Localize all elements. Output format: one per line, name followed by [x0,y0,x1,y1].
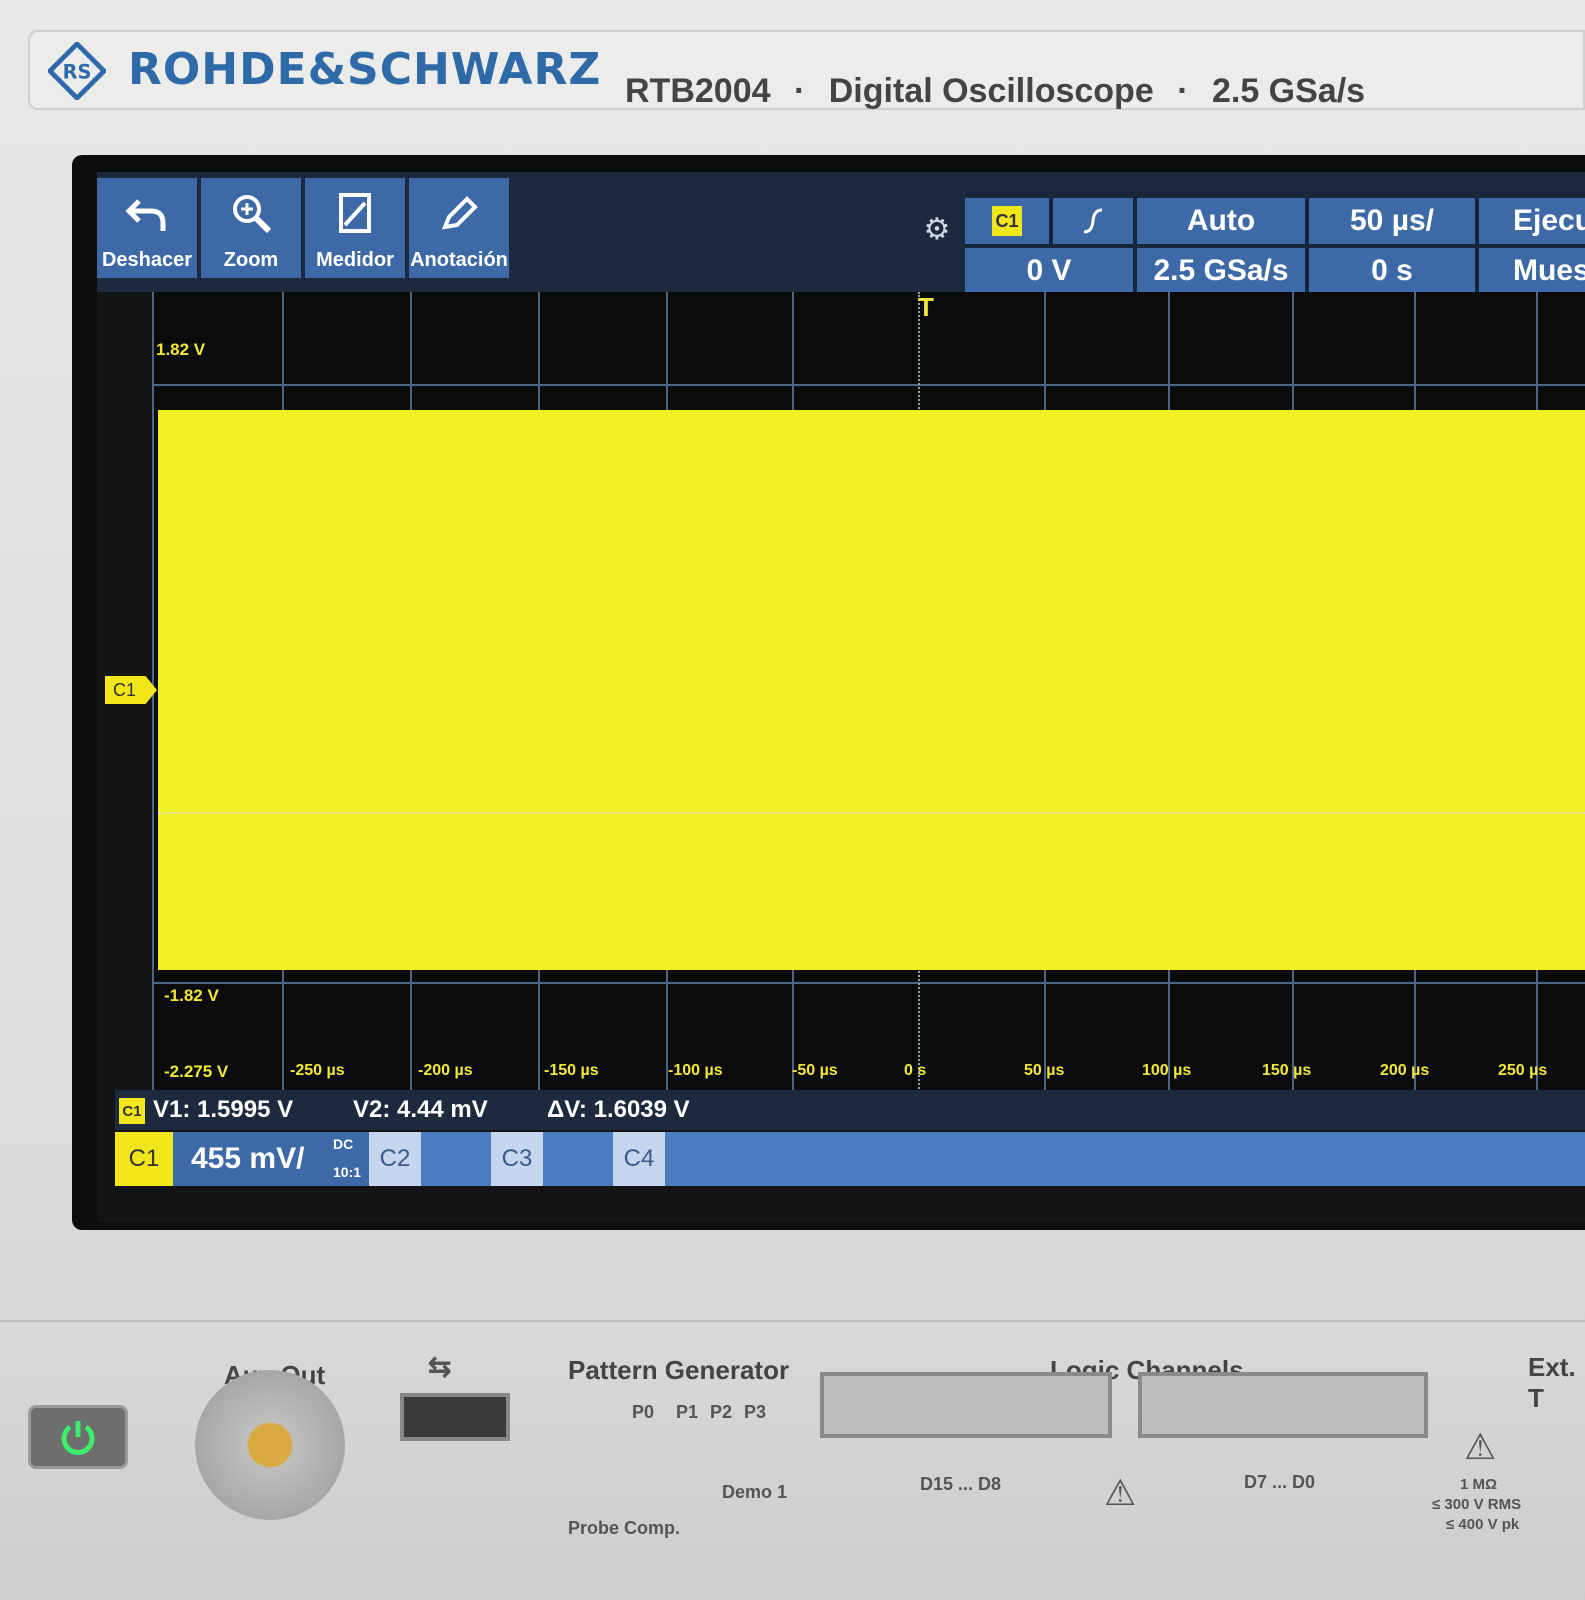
logic-connector-high[interactable] [820,1372,1112,1438]
param-grid: C1 0 V Auto 2.5 GSa/s 50 µs/ 0 s Ejecu M… [965,192,1585,294]
run-stop-button[interactable]: Ejecu [1479,198,1585,244]
header-sample-rate: 2.5 GSa/s [1211,72,1366,110]
channel4-tab[interactable]: C4 [613,1132,665,1186]
channel1-scale-value: 455 mV/ [191,1142,305,1175]
channel1-offset-marker[interactable]: C1 [105,676,157,704]
rising-edge-icon [1083,208,1103,234]
x-tick-label: 100 µs [1142,1062,1192,1079]
y-label-lower: -1.82 V [164,986,219,1005]
ext-trig-label: Ext. T [1528,1352,1576,1413]
model-line: RTB2004 · Digital Oscilloscope · 2.5 GSa… [625,72,1379,111]
d15-d8-label: D15 ... D8 [920,1474,1002,1494]
trigger-source[interactable]: C1 [965,198,1049,244]
x-tick-label: 150 µs [1262,1062,1312,1079]
meter-button[interactable]: Medidor [305,178,405,278]
x-tick-label: -200 µs [418,1062,473,1079]
max-pk: ≤ 400 V pk [1446,1516,1520,1533]
cursor-v2: V2: 4.44 mV [353,1096,488,1123]
separator: · [793,72,806,110]
model-description: Digital Oscilloscope [828,72,1154,110]
undo-button[interactable]: Deshacer [97,178,197,278]
trigger-marker[interactable]: T [918,292,934,323]
cursor-channel-badge: C1 [119,1098,145,1124]
warning-icon: ⚠ [1464,1426,1497,1467]
x-tick-label: 200 µs [1380,1062,1430,1079]
trigger-level[interactable]: 0 V [965,248,1133,294]
x-tick-label: -50 µs [792,1062,838,1079]
x-tick-label: -100 µs [668,1062,723,1079]
usb-port[interactable] [400,1393,510,1441]
model-name: RTB2004 [625,72,771,110]
x-tick-label: 250 µs [1498,1062,1548,1079]
trigger-mode[interactable]: Auto [1137,198,1305,244]
channel1-probe-ratio: 10:1 [333,1164,362,1180]
channel1-tab[interactable]: C1 [115,1132,173,1186]
annotation-button[interactable]: Anotación [409,178,509,278]
input-impedance: 1 MΩ [1460,1476,1498,1493]
p1-label: P1 [676,1402,699,1422]
svg-text:RS: RS [63,61,92,84]
channel2-tab[interactable]: C2 [369,1132,421,1186]
trigger-slope[interactable] [1053,198,1133,244]
channel1-waveform [158,410,1585,970]
max-rms: ≤ 300 V RMS [1432,1496,1522,1513]
meter-label: Medidor [316,249,394,271]
brand-name: ROHDE&SCHWARZ [128,44,602,95]
demo-label: Demo 1 [722,1482,788,1502]
y-label-bottom: -2.275 V [164,1062,229,1081]
p3-label: P3 [744,1402,767,1422]
undo-label: Deshacer [101,249,193,271]
y-label-top: 1.82 V [156,340,206,359]
channel-bar: C1 455 mV/ DC 10:1 C2 C3 C4 [115,1132,1585,1186]
usb-icon: ⇆ [428,1351,452,1382]
logic-connector-low[interactable] [1138,1372,1428,1438]
time-offset[interactable]: 0 s [1309,248,1475,294]
trigger-source-badge: C1 [992,206,1022,236]
x-tick-label: 50 µs [1024,1062,1065,1079]
gear-icon[interactable]: ⚙ [919,212,955,248]
waveform-plot[interactable]: T 1.82 V -1.82 V -2.275 V -250 µs -200 µ… [152,292,1585,1092]
x-tick-label: -250 µs [290,1062,345,1079]
zoom-button[interactable]: Zoom [201,178,301,278]
zero-level-line [158,812,1585,814]
timebase[interactable]: 50 µs/ [1309,198,1475,244]
annotation-label: Anotación [410,249,508,271]
grid-line [152,982,1585,984]
d7-d0-label: D7 ... D0 [1244,1472,1316,1492]
power-button[interactable] [28,1405,128,1469]
zoom-label: Zoom [223,249,279,271]
aux-out-connector[interactable] [195,1370,345,1520]
undo-icon [97,188,197,238]
cursor-readout: C1 V1: 1.5995 V V2: 4.44 mV ΔV: 1.6039 V [115,1090,1585,1130]
p2-label: P2 [710,1402,733,1422]
x-tick-label: 0 s [904,1062,927,1079]
pattern-generator-label: Pattern Generator [568,1355,790,1385]
channel3-tab[interactable]: C3 [491,1132,543,1186]
grid-line [152,384,1585,386]
p0-label: P0 [632,1402,655,1422]
zoom-icon [201,188,301,238]
channel1-coupling: DC [333,1136,354,1152]
scope-screen: Deshacer Zoom Medidor Anotación ⚙ C1 0 V… [97,172,1585,1222]
warning-icon: ⚠ [1104,1472,1137,1513]
meter-icon [305,188,405,238]
toolbar: Deshacer Zoom Medidor Anotación ⚙ C1 0 V… [97,172,1585,294]
acq-sample-rate[interactable]: 2.5 GSa/s [1137,248,1305,294]
separator: · [1177,72,1189,110]
probe-comp-label: Probe Comp. [568,1518,681,1538]
power-icon [61,1421,95,1455]
cursor-delta: ΔV: 1.6039 V [547,1096,690,1123]
pencil-icon [409,188,509,238]
acquisition-button[interactable]: Mues [1479,248,1585,294]
rs-logo-icon: RS [48,42,106,100]
cursor-v1: V1: 1.5995 V [153,1096,294,1123]
x-tick-label: -150 µs [544,1062,599,1079]
